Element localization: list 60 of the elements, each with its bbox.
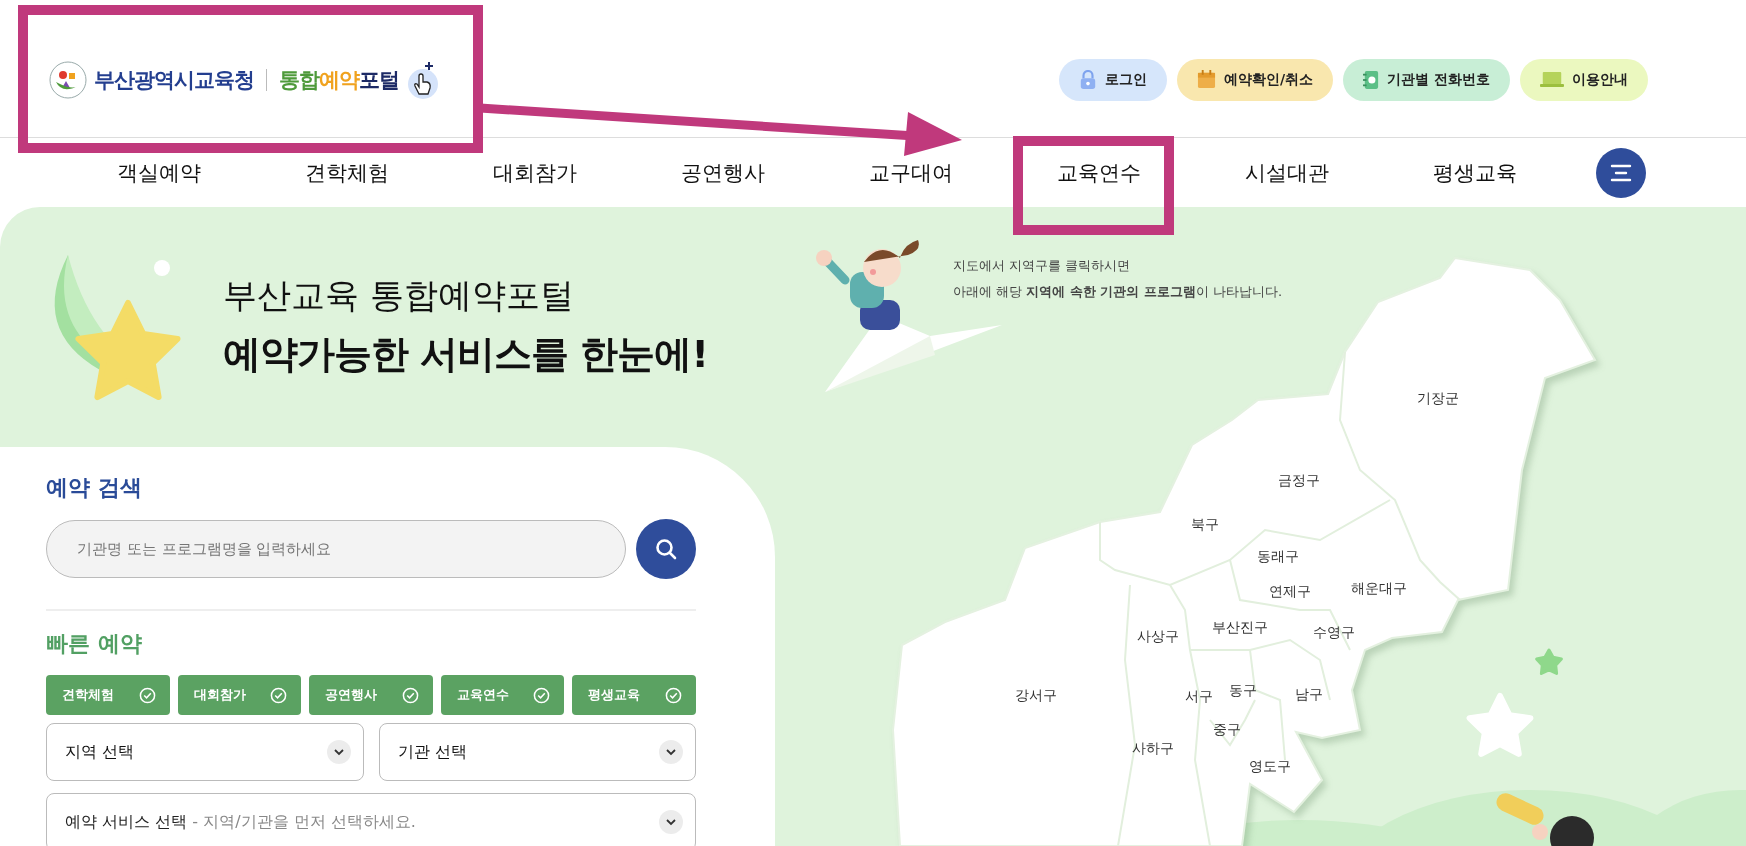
portal-name: 통합예약포털 xyxy=(279,66,399,94)
service-dropdown[interactable]: 예약 서비스 선택 - 지역/기관을 먼저 선택하세요. xyxy=(46,793,696,846)
district-label[interactable]: 수영구 xyxy=(1313,624,1355,640)
check-circle-icon xyxy=(664,686,682,704)
district-label[interactable]: 부산진구 xyxy=(1212,619,1268,635)
hero-title: 예약가능한 서비스를 한눈에! xyxy=(223,331,708,378)
nav-link[interactable]: 시설대관 xyxy=(1193,158,1381,187)
search-field[interactable]: 기관명 또는 프로그램명을 입력하세요 xyxy=(46,520,626,578)
district-label[interactable]: 북구 xyxy=(1191,516,1219,532)
lock-icon xyxy=(1079,69,1097,90)
check-circle-icon xyxy=(270,686,288,704)
utility-button[interactable]: 이용안내 xyxy=(1520,58,1648,101)
utility-button[interactable]: 로그인 xyxy=(1059,58,1167,101)
chevron-down-icon xyxy=(659,810,683,834)
district-label[interactable]: 동구 xyxy=(1229,682,1257,698)
star-icon xyxy=(1535,648,1563,675)
check-circle-icon xyxy=(533,686,551,704)
section-heading: 빠른 예약 xyxy=(46,630,143,658)
map-guide-text: 아래에 해당 지역에 속한 기관의 프로그램이 나타납니다. xyxy=(953,283,1283,301)
utility-button[interactable]: 예약확인/취소 xyxy=(1177,58,1334,101)
nav-link[interactable]: 교구대여 xyxy=(817,158,1005,187)
hero-subtitle: 부산교육 통합예약포털 xyxy=(223,274,575,317)
check-circle-icon xyxy=(138,686,156,704)
section-heading: 예약 검색 xyxy=(46,474,143,502)
district-label[interactable]: 중구 xyxy=(1213,721,1241,737)
district-label[interactable]: 기장군 xyxy=(1417,390,1459,406)
chevron-down-icon xyxy=(659,740,683,764)
district-label[interactable]: 사상구 xyxy=(1137,628,1179,644)
hand-pointer-icon xyxy=(405,59,439,100)
dropdown-select[interactable]: 기관 선택 xyxy=(378,723,696,781)
district-label[interactable]: 사하구 xyxy=(1132,740,1174,756)
district-label[interactable]: 금정구 xyxy=(1278,472,1320,488)
district-label[interactable]: 남구 xyxy=(1295,686,1323,702)
menu-button[interactable] xyxy=(1596,147,1646,198)
phone-book-icon xyxy=(1363,69,1380,90)
emblem-icon xyxy=(48,59,88,100)
district-label[interactable]: 강서구 xyxy=(1015,687,1057,703)
org-name: 부산광역시교육청 xyxy=(94,66,254,94)
nav-link[interactable]: 대회참가 xyxy=(441,158,629,187)
menu-icon xyxy=(1609,162,1633,183)
calendar-icon xyxy=(1197,70,1216,89)
nav-link[interactable]: 견학체험 xyxy=(253,158,441,187)
star-icon xyxy=(1466,693,1534,757)
nav-link[interactable]: 교육연수 xyxy=(1005,158,1193,187)
district-label[interactable]: 서구 xyxy=(1185,688,1213,704)
check-circle-icon xyxy=(401,686,419,704)
search-icon xyxy=(654,537,678,561)
dropdown-select[interactable]: 지역 선택 xyxy=(46,723,364,781)
district-label[interactable]: 동래구 xyxy=(1257,548,1299,564)
nav-link[interactable]: 객실예약 xyxy=(65,158,253,187)
search-button[interactable] xyxy=(636,519,696,579)
utility-button[interactable]: 기관별 전화번호 xyxy=(1343,58,1510,101)
nav-link[interactable]: 평생교육 xyxy=(1381,158,1569,187)
district-label[interactable]: 영도구 xyxy=(1249,758,1291,774)
district-label[interactable]: 연제구 xyxy=(1269,583,1311,599)
map-guide-text: 지도에서 지역구를 클릭하시면 xyxy=(953,257,1132,275)
laptop-icon xyxy=(1540,71,1564,88)
nav-link[interactable]: 공연행사 xyxy=(629,158,817,187)
district-label[interactable]: 해운대구 xyxy=(1351,580,1407,596)
chevron-down-icon xyxy=(326,740,351,764)
